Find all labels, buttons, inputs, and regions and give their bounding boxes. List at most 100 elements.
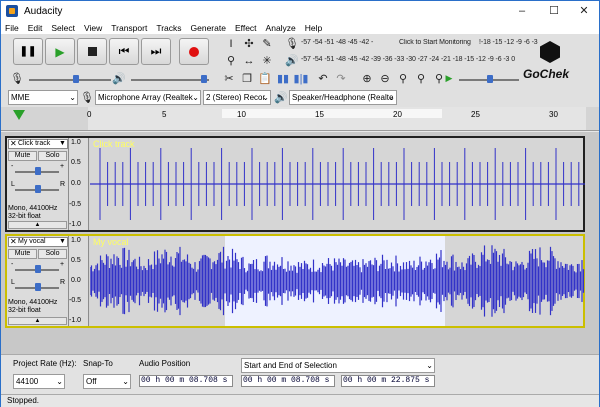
envelope-tool[interactable]: ✣ — [241, 36, 257, 51]
selection-start-field[interactable]: 00 h 00 m 08.708 s — [241, 375, 335, 387]
gain-knob[interactable] — [35, 265, 41, 273]
mute-button[interactable]: Mute — [8, 249, 37, 259]
playback-volume-icon: 🔊 — [112, 73, 126, 85]
ruler-tick-10: 10 — [237, 110, 246, 119]
paste-button[interactable]: 📋 — [257, 71, 273, 86]
cut-button[interactable]: ✂ — [221, 71, 237, 86]
solo-button[interactable]: Solo — [38, 249, 67, 259]
skip-end-button[interactable]: ⏭ — [141, 38, 171, 65]
track-click[interactable]: Click track ✕ ▼ Mute Solo - + L R Mono, … — [5, 136, 585, 232]
recording-volume-knob[interactable] — [73, 75, 79, 83]
snap-to-select[interactable]: Off ⌄ — [83, 374, 131, 389]
timeshift-icon: ↔ — [243, 54, 255, 67]
silence-button[interactable]: ▮|▮ — [293, 71, 309, 86]
project-rate-label: Project Rate (Hz): — [13, 359, 77, 368]
ibeam-icon: I — [229, 37, 233, 50]
draw-tool[interactable]: ✎ — [259, 36, 275, 51]
selection-mode-select[interactable]: Start and End of Selection ⌄ — [241, 358, 435, 373]
snap-to-value: Off — [86, 377, 97, 386]
maximize-button[interactable]: ☐ — [539, 1, 569, 21]
gain-plus-label: + — [60, 261, 65, 268]
selection-tool[interactable]: I — [223, 36, 239, 51]
collapse-track-button[interactable]: ▲ — [8, 221, 67, 229]
playback-volume-knob[interactable] — [201, 75, 207, 83]
fit-project-button[interactable]: ⚲ — [413, 71, 429, 86]
menu-select[interactable]: Select — [51, 23, 75, 33]
gain-knob[interactable] — [35, 167, 41, 175]
mute-button[interactable]: Mute — [8, 151, 37, 161]
pan-knob[interactable] — [35, 185, 41, 193]
menu-tracks[interactable]: Tracks — [156, 23, 181, 33]
zoom-tool[interactable]: ⚲ — [223, 53, 239, 68]
record-meter-scale-right[interactable]: !-18 -15 -12 -9 -6 -3 0 — [479, 39, 539, 50]
menu-view[interactable]: View — [84, 23, 102, 33]
record-meter-scale[interactable]: -57 -54 -51 -48 -45 -42 - — [301, 39, 396, 50]
fit-selection-icon: ⚲ — [398, 73, 408, 85]
click-track-waveform[interactable]: Click track — [90, 138, 585, 230]
menu-generate[interactable]: Generate — [191, 23, 226, 33]
stop-button[interactable] — [77, 38, 107, 65]
record-meter-prompt[interactable]: Click to Start Monitoring — [399, 39, 481, 50]
menu-transport[interactable]: Transport — [111, 23, 147, 33]
play-at-speed-button[interactable]: ▶ — [441, 71, 457, 86]
pinned-head-icon[interactable] — [13, 110, 25, 120]
scale-label: -1.0 — [69, 221, 82, 228]
play-speed-knob[interactable] — [487, 75, 493, 83]
menu-help[interactable]: Help — [305, 23, 322, 33]
snap-to-label: Snap-To — [83, 359, 113, 368]
multi-tool[interactable]: ✳ — [259, 53, 275, 68]
channels-select[interactable]: 2 (Stereo) Recor ⌄ — [203, 90, 271, 105]
skip-start-button[interactable]: ⏮ — [109, 38, 139, 65]
minimize-button[interactable]: – — [507, 1, 537, 21]
playback-meter-scale[interactable]: -57 -54 -51 -48 -45 -42 -39 -36 -33 -30 … — [301, 56, 541, 67]
menu-file[interactable]: File — [5, 23, 19, 33]
zoom-in-button[interactable]: ⊕ — [359, 71, 375, 86]
menu-effect[interactable]: Effect — [235, 23, 257, 33]
project-rate-value: 44100 — [16, 377, 39, 386]
record-button[interactable] — [179, 38, 209, 65]
track-rate-text: Mono, 44100Hz — [8, 299, 58, 306]
fit-selection-button[interactable]: ⚲ — [395, 71, 411, 86]
input-device-select[interactable]: Microphone Array (Realtek ⌄ — [95, 90, 201, 105]
menu-analyze[interactable]: Analyze — [266, 23, 296, 33]
track-menu-chevron-icon[interactable]: ▼ — [59, 140, 66, 147]
timeline-ruler[interactable]: 0 5 10 15 20 25 30 — [1, 107, 599, 131]
track-close-icon[interactable]: ✕ — [10, 139, 17, 148]
undo-button[interactable]: ↶ — [315, 71, 331, 86]
collapse-arrow-icon: ▲ — [34, 222, 41, 228]
pan-knob[interactable] — [35, 283, 41, 291]
zoom-in-icon: ⊕ — [362, 73, 372, 85]
pause-button[interactable]: ❚❚ — [13, 38, 43, 65]
solo-button[interactable]: Solo — [38, 151, 67, 161]
timeshift-tool[interactable]: ↔ — [241, 53, 257, 68]
audio-position-field[interactable]: 00 h 00 m 08.708 s — [139, 375, 233, 387]
project-rate-select[interactable]: 44100 ⌄ — [13, 374, 65, 389]
copy-button[interactable]: ❐ — [239, 71, 255, 86]
play-icon: ▶ — [55, 44, 65, 59]
play-button[interactable]: ▶ — [45, 38, 75, 65]
audacity-window: Audacity – ☐ ✕ File Edit Select View Tra… — [0, 0, 600, 407]
trim-button[interactable]: ▮▮ — [275, 71, 291, 86]
track-menu-chevron-icon[interactable]: ▼ — [59, 238, 66, 245]
ruler-tick-25: 25 — [471, 110, 480, 119]
zoom-out-button[interactable]: ⊖ — [377, 71, 393, 86]
collapse-track-button[interactable]: ▲ — [8, 317, 67, 325]
chevron-down-icon: ⌄ — [56, 377, 63, 386]
vertical-scale[interactable]: 1.0 0.5 0.0 -0.5 -1.0 — [69, 236, 89, 326]
vocal-track-waveform[interactable]: My vocal — [90, 236, 585, 326]
track-close-icon[interactable]: ✕ — [10, 237, 17, 246]
host-select[interactable]: MME ⌄ — [8, 90, 78, 105]
track-label: My vocal — [93, 237, 129, 247]
selection-end-field[interactable]: 00 h 00 m 22.875 s — [341, 375, 435, 387]
silence-icon: ▮|▮ — [293, 73, 309, 85]
close-button[interactable]: ✕ — [569, 1, 599, 21]
output-device-select[interactable]: Speaker/Headphone (Realte ⌄ — [289, 90, 397, 105]
redo-button[interactable]: ↷ — [333, 71, 349, 86]
ruler-tick-15: 15 — [315, 110, 324, 119]
menu-edit[interactable]: Edit — [28, 23, 43, 33]
playback-volume-slider[interactable] — [131, 79, 209, 81]
collapse-arrow-icon: ▲ — [34, 318, 41, 324]
vertical-scale[interactable]: 1.0 0.5 0.0 -0.5 -1.0 — [69, 138, 89, 230]
track-vocal[interactable]: My vocal ✕ ▼ Mute Solo - + L R Mono, 441… — [5, 234, 585, 328]
recording-volume-slider[interactable] — [29, 79, 111, 81]
